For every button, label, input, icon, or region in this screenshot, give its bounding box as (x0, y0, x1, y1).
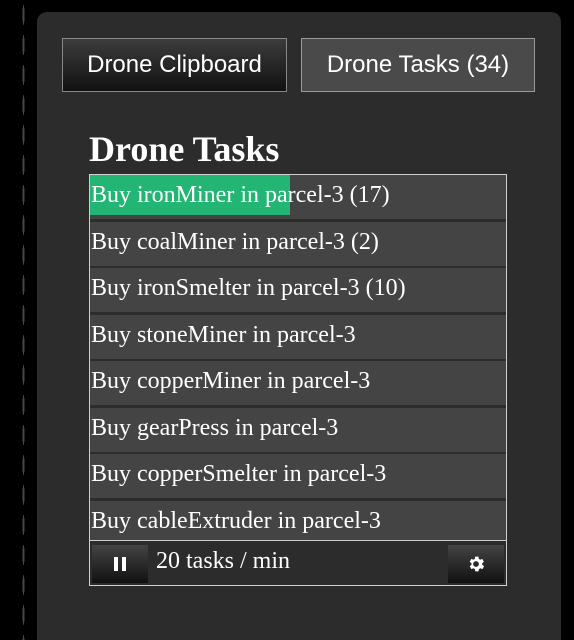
pause-button[interactable] (92, 545, 148, 583)
task-label: Buy ironSmelter in parcel-3 (10) (91, 275, 406, 301)
task-box: Buy ironMiner in parcel-3 (17) Buy coalM… (89, 174, 507, 586)
gear-icon (469, 556, 485, 572)
task-row[interactable]: Buy stoneMiner in parcel-3 (90, 314, 506, 359)
task-label: Buy stoneMiner in parcel-3 (91, 321, 356, 348)
task-row[interactable]: Buy gearPress in parcel-3 (90, 407, 506, 452)
tab-drone-clipboard[interactable]: Drone Clipboard (62, 38, 287, 92)
task-label: Buy copperSmelter in parcel-3 (91, 461, 387, 487)
task-row[interactable]: Buy cableExtruder in parcel-3 (90, 500, 506, 545)
tab-drone-tasks[interactable]: Drone Tasks (34) (301, 38, 535, 92)
task-row[interactable]: Buy copperSmelter in parcel-3 (90, 454, 506, 498)
settings-button[interactable] (448, 545, 504, 583)
pause-icon (112, 557, 128, 571)
task-row[interactable]: Buy ironSmelter in parcel-3 (10) (90, 268, 506, 312)
task-footer: 20 tasks / min (90, 540, 506, 585)
task-label: Buy gearPress in parcel-3 (91, 414, 339, 441)
task-list: Buy ironMiner in parcel-3 (17) Buy coalM… (90, 175, 506, 547)
task-label: Buy ironMiner in parcel-3 (17) (91, 182, 390, 208)
task-label: Buy coalMiner in parcel-3 (2) (91, 228, 379, 255)
task-label: Buy copperMiner in parcel-3 (91, 368, 371, 394)
task-row[interactable]: Buy copperMiner in parcel-3 (90, 361, 506, 405)
dotted-gutter (22, 0, 25, 640)
drone-panel: Drone Clipboard Drone Tasks (34) Drone T… (37, 12, 561, 640)
section-heading: Drone Tasks (89, 129, 280, 169)
task-row[interactable]: Buy ironMiner in parcel-3 (17) (90, 175, 506, 219)
task-rate-label: 20 tasks / min (156, 548, 291, 574)
task-label: Buy cableExtruder in parcel-3 (91, 507, 381, 534)
task-row[interactable]: Buy coalMiner in parcel-3 (2) (90, 221, 506, 266)
